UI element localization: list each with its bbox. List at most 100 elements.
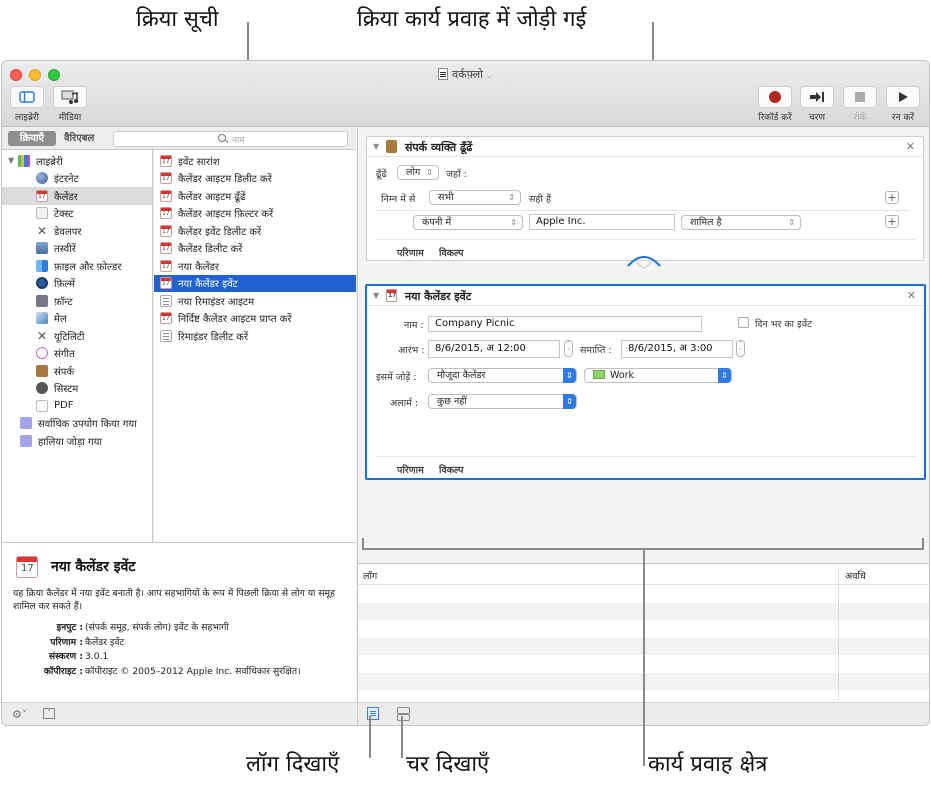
list-item[interactable]: फ़िल्में <box>2 275 152 293</box>
alarm-label: अलार्म : <box>390 398 419 409</box>
search-input[interactable]: नाम <box>113 131 348 147</box>
options-tab[interactable]: विकल्प <box>439 463 464 476</box>
developer-icon: ✕ <box>36 223 48 238</box>
list-item[interactable]: इंटरनेट <box>2 170 152 188</box>
close-icon[interactable]: ✕ <box>906 140 915 153</box>
media-icon <box>61 90 78 104</box>
step-button[interactable] <box>800 86 834 108</box>
tab-actions[interactable]: क्रियाएँ <box>8 131 56 146</box>
list-item[interactable]: फ़ाइल और फ़ोल्डर <box>2 257 152 275</box>
disclosure-triangle-icon[interactable]: ▼ <box>8 156 18 165</box>
duration-column-header[interactable]: अवधि <box>845 569 866 582</box>
event-name-input[interactable]: Company Picnic <box>428 316 702 332</box>
library-icon <box>18 154 30 167</box>
calendar-icon <box>160 312 172 325</box>
list-item[interactable]: कैलेंडर <box>2 187 152 205</box>
media-button[interactable] <box>53 86 87 108</box>
options-tab[interactable]: विकल्प <box>439 246 464 259</box>
toolbar: वर्कफ़्लो ⌵ लाइब्रेरी मीडिया रिकॉर्ड करें… <box>2 61 929 127</box>
list-item[interactable]: नया कैलेंडर इवेंट <box>154 274 356 292</box>
action-find-people[interactable]: ▼ संपर्क व्यक्ति ढूँढें ✕ ढूँढें लोग ⇕ जह… <box>366 136 924 261</box>
list-item-label: इवेंट सारांश <box>178 156 220 168</box>
meta-value: कैलेंडर इवेंट <box>85 636 125 648</box>
match-all-popup[interactable]: सभी ⇕ <box>429 190 521 205</box>
calendar-icon <box>386 289 397 302</box>
tab-variables[interactable]: वैरिएबल <box>64 131 94 146</box>
alarm-popup[interactable]: कुछ नहीं ⇕ <box>428 394 577 409</box>
calendar-popup[interactable]: Work ⇕ <box>584 368 732 383</box>
library-root[interactable]: ▼ लाइब्रेरी <box>2 152 152 170</box>
criteria-value-input[interactable]: Apple Inc. <box>529 214 675 230</box>
action-description: नया कैलेंडर इवेंट यह क्रिया कैलेंडर में … <box>2 542 356 702</box>
results-tab[interactable]: परिणाम <box>397 463 424 476</box>
list-item[interactable]: टेक्स्ट <box>2 205 152 223</box>
search-icon <box>218 134 226 142</box>
list-item[interactable]: ✕ डेवलपर <box>2 222 152 240</box>
action-new-calendar-event[interactable]: ▼ नया कैलेंडर इवेंट ✕ नाम : Company Picn… <box>365 284 926 480</box>
list-item[interactable]: कैलेंडर आइटम ढूँढें <box>154 187 356 205</box>
start-date-stepper[interactable]: ˄ ˅ <box>564 340 573 357</box>
meta-row: कॉपीराइट : कॉपीराइट © 2005–2012 Apple Inc… <box>2 665 356 680</box>
end-date-stepper[interactable]: ˄ ˅ <box>736 340 745 357</box>
list-item[interactable]: PDF <box>2 397 152 415</box>
add-criteria-button[interactable]: + <box>885 191 899 204</box>
callout-line <box>643 548 645 766</box>
list-item[interactable]: कैलेंडर आइटम डिलीट करें <box>154 170 356 188</box>
list-item[interactable]: नया कैलेंडर <box>154 257 356 275</box>
window-title-text: वर्कफ़्लो <box>452 68 484 81</box>
all-day-checkbox[interactable] <box>738 317 749 328</box>
list-item[interactable]: कैलेंडर इवेंट डिलीट करें <box>154 222 356 240</box>
column-divider[interactable] <box>838 567 839 700</box>
gear-icon[interactable]: ⚙˅ <box>12 708 27 721</box>
toggle-description-button[interactable]: ˅ <box>43 708 55 719</box>
list-item[interactable]: नया रिमाइंडर आइटम <box>154 292 356 310</box>
record-button[interactable] <box>758 86 792 108</box>
list-item[interactable]: ✕ यूटिलिटी <box>2 327 152 345</box>
calendar-icon <box>160 189 172 202</box>
list-item[interactable]: संगीत <box>2 345 152 363</box>
list-item[interactable]: तस्वीरें <box>2 240 152 258</box>
list-item[interactable]: संपर्क <box>2 362 152 380</box>
stepper-arrows-icon: ⇕ <box>510 218 517 227</box>
list-item[interactable]: इवेंट सारांश <box>154 152 356 170</box>
action-title: नया कैलेंडर इवेंट <box>405 290 472 303</box>
run-button[interactable] <box>886 86 920 108</box>
divider <box>375 210 910 211</box>
contacts-icon <box>386 140 397 153</box>
left-tab-bar: क्रियाएँ वैरिएबल नाम <box>2 128 356 150</box>
library-button[interactable] <box>10 86 44 108</box>
workflow-bracket-right <box>922 538 924 550</box>
stop-button[interactable] <box>843 86 877 108</box>
criteria-field-popup[interactable]: कंपनी में ⇕ <box>413 215 523 230</box>
list-item[interactable]: सिस्टम <box>2 380 152 398</box>
find-type-popup[interactable]: लोग ⇕ <box>397 165 439 180</box>
photos-icon <box>36 242 48 255</box>
log-column-header[interactable]: लॉग <box>363 569 377 582</box>
collapse-triangle-icon[interactable]: ▼ <box>373 291 379 300</box>
criteria-operator-popup[interactable]: शामिल है ⇕ <box>681 215 801 230</box>
list-item[interactable]: निर्दिष्ट कैलेंडर आइटम प्राप्त करें <box>154 310 356 328</box>
add-to-popup[interactable]: मौजूदा कैलेंडर ⇕ <box>428 368 577 383</box>
collapse-triangle-icon[interactable]: ▼ <box>373 142 379 151</box>
workflow-area[interactable]: ▼ संपर्क व्यक्ति ढूँढें ✕ ढूँढें लोग ⇕ जह… <box>357 128 929 563</box>
list-item[interactable]: मेल <box>2 310 152 328</box>
meta-row: संस्करण :3.0.1 <box>2 650 356 665</box>
list-item[interactable]: कैलेंडर डिलीट करें <box>154 240 356 258</box>
workflow-document-icon <box>438 68 449 80</box>
close-icon[interactable]: ✕ <box>907 289 916 302</box>
end-date-input[interactable]: 8/6/2015, अ 3:00 <box>621 340 733 358</box>
start-date-input[interactable]: 8/6/2015, अ 12:00 <box>428 340 560 358</box>
list-item[interactable]: हालिया जोड़ा गया <box>2 432 152 450</box>
list-item[interactable]: सर्वाधिक उपयोग किया गया <box>2 415 152 433</box>
show-variables-button[interactable] <box>397 707 410 721</box>
window-title[interactable]: वर्कफ़्लो ⌵ <box>2 67 929 82</box>
list-item[interactable]: फ़ॉन्ट <box>2 292 152 310</box>
add-criteria-row-button[interactable]: + <box>885 215 899 228</box>
calendar-icon <box>160 154 172 167</box>
list-item[interactable]: कैलेंडर आइटम फ़िल्टर करें <box>154 205 356 223</box>
callout-line <box>401 716 403 758</box>
action-footer: परिणाम विकल्प <box>375 456 916 478</box>
list-item[interactable]: रिमाइंडर डिलीट करें <box>154 327 356 345</box>
results-tab[interactable]: परिणाम <box>397 246 424 259</box>
list-item-label: फ़ाइल और फ़ोल्डर <box>54 261 122 273</box>
